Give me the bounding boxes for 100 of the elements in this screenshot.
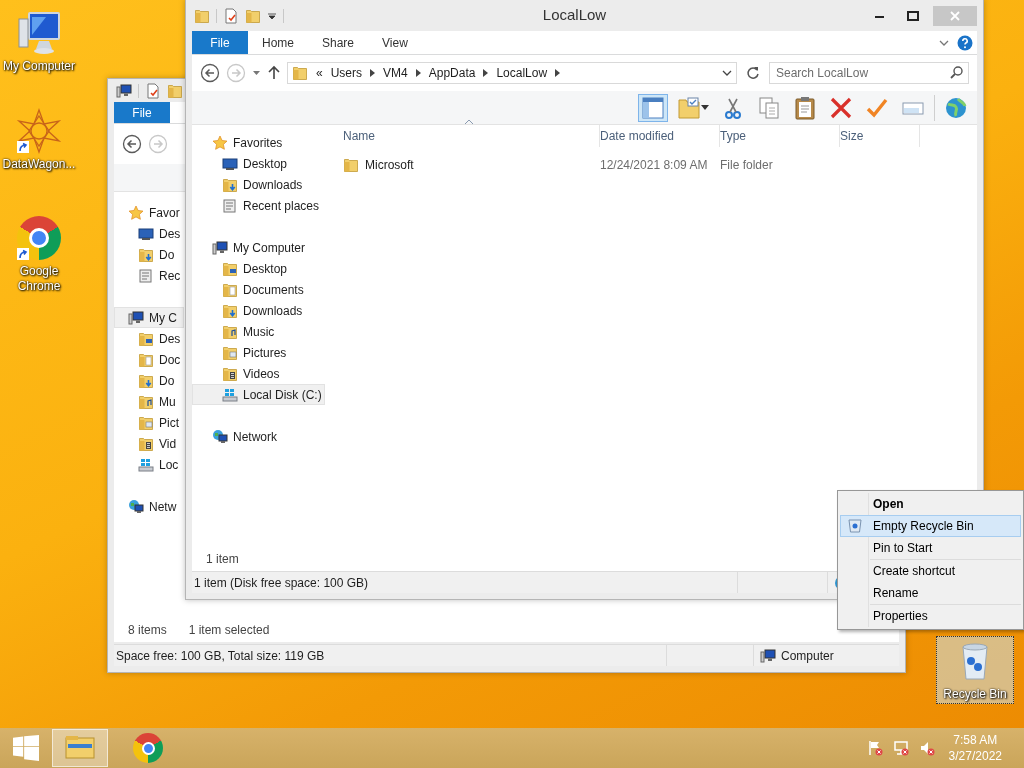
chevron-down-icon: [939, 38, 949, 47]
nav-item[interactable]: Local Disk (C:): [192, 384, 325, 405]
selection-count: 1 item selected: [188, 622, 270, 639]
folder-icon: [222, 344, 238, 361]
folder-icon: [138, 435, 154, 452]
trash-bin-icon: [847, 518, 863, 534]
nav-item[interactable]: Do: [114, 370, 184, 391]
back-button[interactable]: [122, 134, 142, 154]
computer-icon: [760, 647, 776, 664]
menu-item[interactable]: Empty Recycle Bin: [840, 515, 1021, 537]
nav-item[interactable]: Mu: [114, 391, 184, 412]
computer-icon: [15, 9, 63, 57]
breadcrumb[interactable]: Users: [330, 64, 363, 82]
clipboard-icon: [793, 95, 817, 120]
breadcrumb[interactable]: VM4: [383, 64, 408, 82]
file-tab[interactable]: File: [192, 31, 248, 54]
folder-icon: [167, 82, 183, 99]
windows-logo-icon: [13, 735, 39, 761]
flag-icon: [866, 740, 883, 756]
back-icon: [200, 63, 220, 83]
folder-icon: [245, 7, 261, 24]
nav-item[interactable]: My C: [114, 307, 184, 328]
window-title: LocalLow: [541, 5, 608, 26]
nav-item[interactable]: Documents: [192, 279, 325, 300]
table-cell-text: 12/24/2021 8:09 AM: [600, 157, 709, 174]
nav-item[interactable]: Videos: [192, 363, 325, 384]
status-text: 1 item (Disk free space: 100 GB): [193, 574, 370, 592]
file-row[interactable]: Microsoft: [343, 156, 600, 174]
folder-check-icon: [677, 95, 701, 120]
address-bar[interactable]: « Users VM4 AppData LocalLow: [287, 62, 737, 84]
maximize-icon: [907, 10, 919, 21]
nav-item[interactable]: Desktop: [192, 153, 325, 174]
folder-icon: [343, 157, 359, 173]
status-text: Space free: 100 GB, Total size: 119 GB: [115, 647, 326, 665]
nav-item[interactable]: Pictures: [192, 342, 325, 363]
folder-arrow-icon: [138, 372, 154, 389]
globe-icon: [944, 95, 968, 120]
nav-item[interactable]: Netw: [114, 496, 184, 517]
nav-item[interactable]: My Computer: [192, 237, 325, 258]
network-icon: [212, 428, 228, 445]
taskbar-app[interactable]: [52, 729, 108, 767]
nav-item[interactable]: Desktop: [192, 258, 325, 279]
search-field[interactable]: Search LocalLow: [769, 62, 969, 84]
up-arrow-icon: [267, 65, 281, 81]
column-header[interactable]: Type: [720, 125, 840, 147]
column-header[interactable]: Date modified: [600, 125, 720, 147]
nav-item[interactable]: Downloads: [192, 300, 325, 321]
menu-item[interactable]: Pin to Start: [840, 537, 1021, 559]
document-check-icon: [145, 82, 161, 99]
computer-icon: [128, 309, 144, 326]
menu-item[interactable]: Open: [840, 493, 1021, 515]
folder-icon: [222, 260, 238, 277]
breadcrumb[interactable]: LocalLow: [496, 64, 548, 82]
forward-icon: [148, 134, 168, 154]
chevron-right-icon: [370, 69, 376, 77]
column-header[interactable]: Name: [343, 125, 600, 147]
computer-icon: [116, 82, 132, 99]
menu-item[interactable]: Properties: [840, 605, 1021, 627]
folder-icon: [222, 365, 238, 382]
chevron-down-icon: [722, 69, 732, 77]
column-header[interactable]: Size: [840, 125, 920, 147]
nav-item[interactable]: Pict: [114, 412, 184, 433]
file-tab[interactable]: File: [114, 102, 170, 123]
nav-item[interactable]: Des: [114, 223, 184, 244]
drive-icon: [138, 456, 154, 473]
folder-icon: [292, 65, 308, 81]
document-icon: [222, 197, 238, 214]
menu-item[interactable]: Rename: [840, 582, 1021, 604]
nav-item[interactable]: Loc: [114, 454, 184, 475]
nav-item[interactable]: Rec: [114, 265, 184, 286]
drive-icon: [222, 386, 238, 403]
layout-button[interactable]: [638, 93, 668, 122]
item-count: 8 items: [128, 622, 167, 639]
overflow-chevron[interactable]: «: [316, 64, 323, 82]
nav-item[interactable]: Favor: [114, 202, 184, 223]
network-icon: [892, 740, 909, 756]
nav-item[interactable]: Music: [192, 321, 325, 342]
ribbon-tab[interactable]: Home: [248, 31, 308, 54]
nav-item[interactable]: Recent places: [192, 195, 325, 216]
caret-icon: [701, 105, 709, 110]
close-icon: [950, 10, 960, 21]
ribbon-tab[interactable]: Share: [308, 31, 369, 54]
menu-item[interactable]: Create shortcut: [840, 560, 1021, 582]
nav-item[interactable]: Do: [114, 244, 184, 265]
nav-item[interactable]: Favorites: [192, 132, 325, 153]
chevron-right-icon: [555, 69, 561, 77]
nav-item[interactable]: Des: [114, 328, 184, 349]
refresh-icon: [746, 66, 760, 80]
nav-item[interactable]: Network: [192, 426, 325, 447]
breadcrumb[interactable]: AppData: [428, 64, 476, 82]
nav-item[interactable]: Doc: [114, 349, 184, 370]
network-icon: [128, 498, 144, 515]
chrome-icon: [17, 216, 61, 260]
speaker-icon: [918, 740, 935, 756]
nav-item[interactable]: Vid: [114, 433, 184, 454]
star-icon: [128, 204, 144, 221]
nav-item[interactable]: Downloads: [192, 174, 325, 195]
star-pattern-icon: [15, 107, 63, 155]
ribbon-tab[interactable]: View: [368, 31, 422, 54]
back-button[interactable]: [200, 63, 220, 83]
